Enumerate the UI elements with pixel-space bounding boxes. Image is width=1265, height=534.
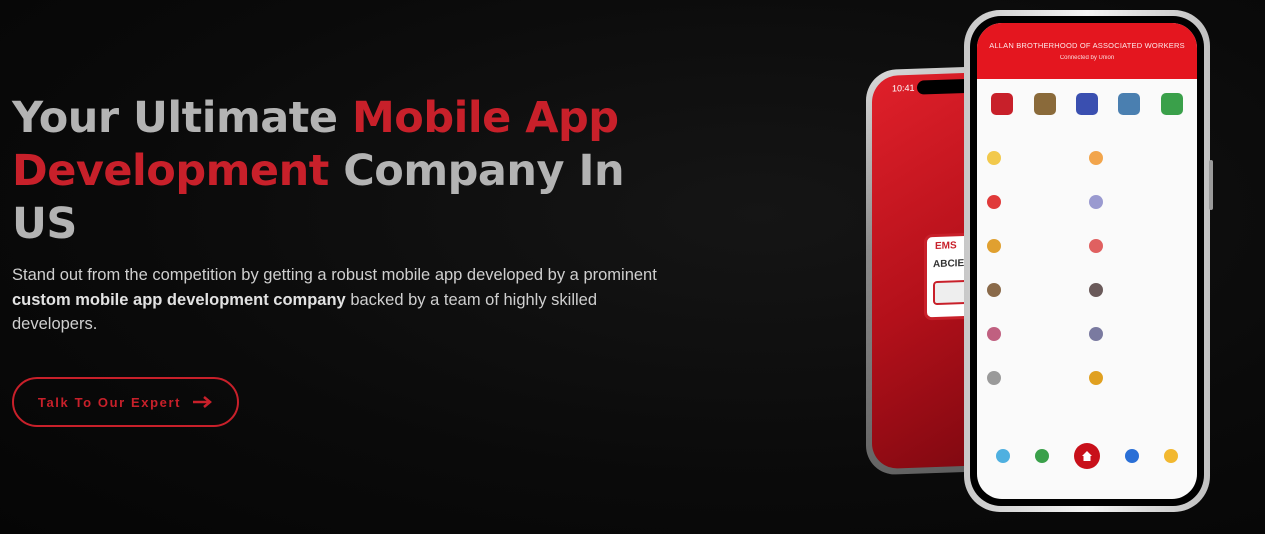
phone-front-screen: ALLAN BROTHERHOOD OF ASSOCIATED WORKERS … xyxy=(977,23,1197,499)
menu-item xyxy=(1089,191,1191,213)
menu-item xyxy=(1089,279,1191,301)
app-header-title: ALLAN BROTHERHOOD OF ASSOCIATED WORKERS xyxy=(989,41,1185,50)
menu-item xyxy=(987,191,1089,213)
headline-part-3: US xyxy=(12,199,77,249)
phone-mockup-front: ALLAN BROTHERHOOD OF ASSOCIATED WORKERS … xyxy=(964,10,1213,512)
menu-icon xyxy=(1089,239,1103,253)
app-bottom-nav xyxy=(977,443,1197,469)
arrow-right-icon xyxy=(193,396,213,408)
hero-subtext: Stand out from the competition by gettin… xyxy=(12,263,662,337)
menu-icon xyxy=(987,371,1001,385)
quick-link xyxy=(982,93,1022,119)
info-icon xyxy=(1125,449,1140,463)
menu-item xyxy=(987,323,1089,345)
menu-icon xyxy=(987,195,1001,209)
lock-icon xyxy=(1118,93,1141,115)
home-icon xyxy=(1073,443,1100,469)
talk-to-expert-button[interactable]: Talk To Our Expert xyxy=(12,377,239,427)
menu-icon xyxy=(1089,327,1103,341)
headline-accent-2: Development xyxy=(12,146,329,196)
book-icon xyxy=(1033,93,1056,115)
menu-icon xyxy=(1089,195,1103,209)
menu-icon xyxy=(987,239,1001,253)
quick-link xyxy=(1152,93,1192,119)
menu-icon xyxy=(987,151,1001,165)
app-header: ALLAN BROTHERHOOD OF ASSOCIATED WORKERS … xyxy=(977,23,1197,79)
headline-accent-1: Mobile App xyxy=(351,93,619,143)
globe-icon xyxy=(995,449,1010,463)
home-glyph-icon xyxy=(1081,451,1092,461)
medical-icon xyxy=(1075,93,1098,115)
message-icon xyxy=(1034,449,1049,463)
menu-item xyxy=(987,279,1089,301)
menu-item xyxy=(987,367,1089,389)
headline-part-1: Your Ultimate xyxy=(12,93,352,143)
subtext-bold: custom mobile app development company xyxy=(12,290,346,309)
menu-item xyxy=(987,235,1089,257)
app-quick-links xyxy=(977,79,1197,125)
app-header-subtitle: Connected by Union xyxy=(1059,55,1115,61)
star-icon xyxy=(1164,449,1179,463)
menu-item xyxy=(1089,323,1191,345)
menu-icon xyxy=(1089,283,1103,297)
building-icon xyxy=(991,93,1014,115)
phone-side-button xyxy=(1209,160,1213,210)
cta-label: Talk To Our Expert xyxy=(37,394,182,410)
chat-icon xyxy=(1160,93,1183,115)
headline-part-2: Company In xyxy=(328,146,625,196)
menu-item xyxy=(1089,367,1191,389)
menu-item xyxy=(987,147,1089,169)
menu-icon xyxy=(1089,371,1103,385)
hero-headline: Your Ultimate Mobile App Development Com… xyxy=(12,92,672,251)
menu-icon xyxy=(987,283,1001,297)
menu-item xyxy=(1089,235,1191,257)
menu-item xyxy=(1089,147,1191,169)
app-menu-grid xyxy=(977,125,1197,389)
quick-link xyxy=(1067,93,1107,119)
menu-icon xyxy=(1089,151,1103,165)
menu-icon xyxy=(987,327,1001,341)
hero-text: Your Ultimate Mobile App Development Com… xyxy=(12,92,672,337)
quick-link xyxy=(1025,93,1065,119)
ems-label: EMS xyxy=(935,240,957,253)
subtext-part-1: Stand out from the competition by gettin… xyxy=(12,266,657,284)
quick-link xyxy=(1109,93,1149,119)
phone-bezel: ALLAN BROTHERHOOD OF ASSOCIATED WORKERS … xyxy=(970,16,1204,506)
status-time: 10:41 xyxy=(892,82,915,94)
